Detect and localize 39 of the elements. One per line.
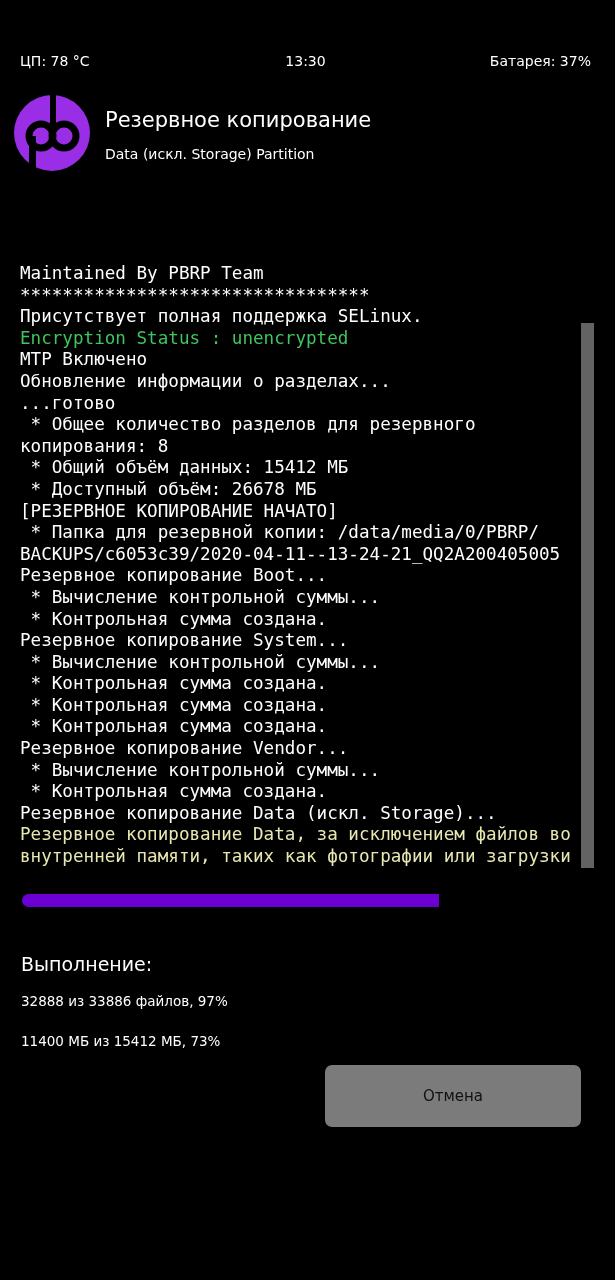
log-line: * Контрольная сумма создана. <box>29 694 329 717</box>
log-line: Резервное копирование Data, за исключением файлов во <box>20 824 572 847</box>
log-line: [РЕЗЕРВНОЕ КОПИРОВАНИЕ НАЧАТО] <box>20 500 339 523</box>
log-line: * Вычисление контрольной суммы... <box>29 651 382 674</box>
log-line: Maintained By PBRP Team <box>20 263 265 285</box>
log-line: * Общее количество разделов для резервного <box>29 414 477 436</box>
log-line: * Общий объём данных: 15412 МБ <box>29 457 350 479</box>
log-line: * Вычисление контрольной суммы... <box>29 586 382 609</box>
log-line: копирования: 8 <box>20 435 170 458</box>
log-line: внутренней памяти, таких как фотографии или загрузки <box>20 846 572 868</box>
log-line: Присутствует полная поддержка SELinux. <box>20 306 424 328</box>
log-line: Резервное копирование Boot... <box>20 565 329 587</box>
log-line: ...готово <box>20 392 117 415</box>
battery-level: Батарея: 37% <box>488 53 591 71</box>
log-line: MTP Включено <box>20 349 149 371</box>
clock: 13:30 <box>284 53 327 71</box>
log-line: * Папка для резервной копии: /data/media/0/PBRP/ <box>29 522 541 544</box>
log-line: Резервное копирование Vendor... <box>20 738 350 760</box>
log-line: Encryption Status : unencrypted <box>20 327 350 350</box>
cancel-button[interactable]: Отмена <box>325 1065 581 1127</box>
log-line: * Контрольная сумма создана. <box>29 716 329 739</box>
log-line: Обновление информации о разделах... <box>20 370 392 393</box>
log-line: * Доступный объём: 26678 МБ <box>29 478 318 501</box>
log-line: Резервное копирование Data (искл. Storage)... <box>20 802 498 825</box>
log-line: BACKUPS/c6053c39/2020-04-11--13-24-21_QQ2A200405005 <box>20 543 562 566</box>
cpu-temperature: ЦП: 78 °C <box>20 53 91 71</box>
log-line: * Контрольная сумма создана. <box>29 781 329 803</box>
log-line: * Контрольная сумма создана. <box>29 608 329 631</box>
progress-label: Выполнение: <box>21 953 154 975</box>
log-line: * Вычисление контрольной суммы... <box>29 759 382 782</box>
log-line: ********************************* <box>20 284 371 307</box>
file-count: 32888 из 33886 файлов, 97% <box>21 993 229 1009</box>
log-line: * Контрольная сумма создана. <box>29 673 329 695</box>
screen-title: Резервное копирование <box>105 108 372 132</box>
scrollbar[interactable] <box>581 323 594 868</box>
logo-icon <box>14 95 90 171</box>
log-line: Резервное копирование System... <box>20 630 350 652</box>
screen-subtitle: Data (искл. Storage) Partition <box>105 146 316 162</box>
size-count: 11400 МБ из 15412 МБ, 73% <box>21 1033 222 1049</box>
